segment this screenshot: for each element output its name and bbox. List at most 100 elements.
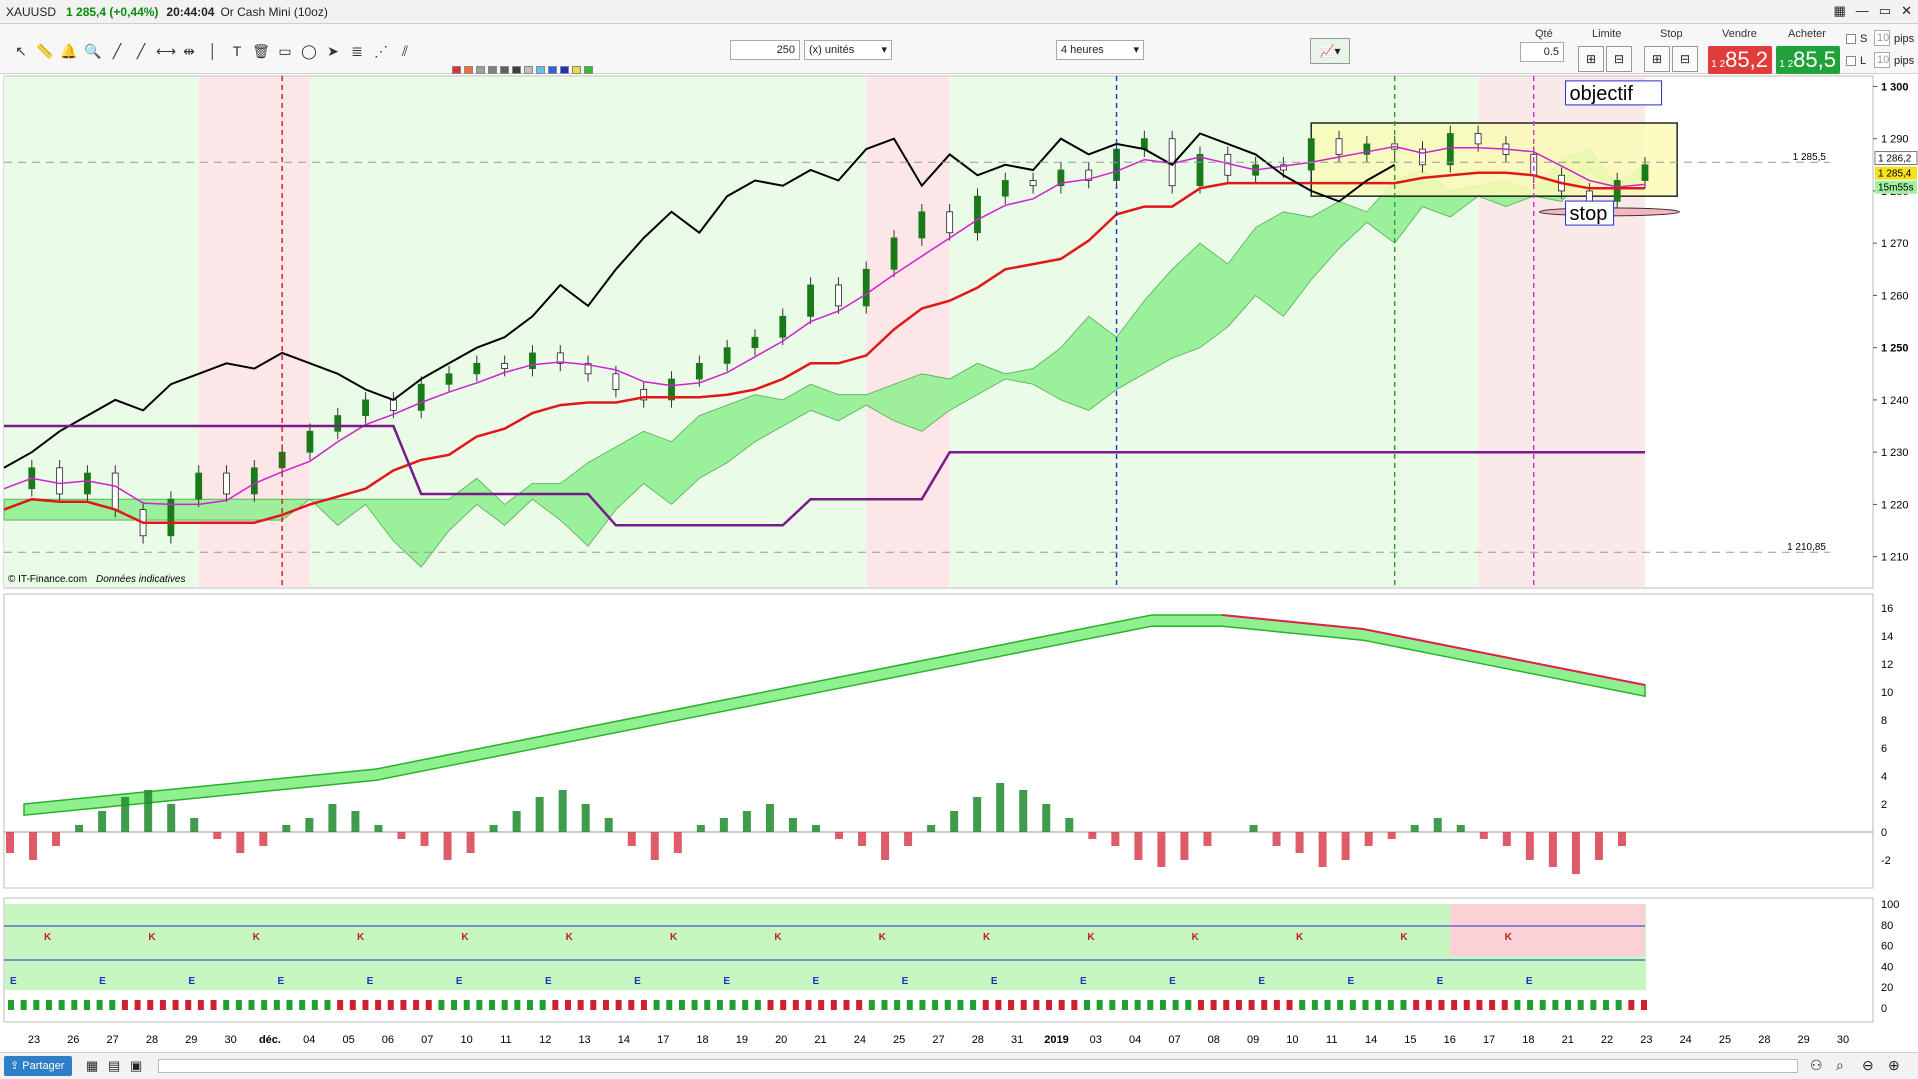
x-tick-label: 07 bbox=[1168, 1034, 1180, 1046]
candle-body bbox=[890, 237, 898, 270]
signal-bar bbox=[1438, 1000, 1445, 1010]
signal-bar bbox=[1451, 1000, 1458, 1010]
osc-histogram-bar bbox=[52, 832, 61, 846]
price-tick-label: 1 210 bbox=[1881, 552, 1909, 564]
signal-bar bbox=[1273, 1000, 1280, 1010]
signal-bar bbox=[1172, 1000, 1179, 1010]
osc-histogram-bar bbox=[881, 832, 890, 860]
osc-histogram-bar bbox=[236, 832, 245, 853]
signal-bar bbox=[856, 1000, 863, 1010]
signal-bar bbox=[1134, 1000, 1141, 1010]
candle-body bbox=[835, 284, 842, 307]
osc-histogram-bar bbox=[1525, 832, 1534, 860]
signal-bar bbox=[1248, 1000, 1255, 1010]
zoom-in-icon[interactable]: ⊕ bbox=[1888, 1057, 1900, 1074]
signal-bar bbox=[1489, 1000, 1496, 1010]
signal-bar bbox=[539, 1000, 546, 1010]
osc-histogram-bar bbox=[1548, 832, 1557, 867]
price-tick-label: 1 300 bbox=[1881, 81, 1909, 93]
signal-bar bbox=[881, 1000, 888, 1010]
signal-bar bbox=[1159, 1000, 1166, 1010]
osc-histogram-bar bbox=[1387, 832, 1396, 839]
signal-bar bbox=[1109, 1000, 1116, 1010]
list-icon[interactable]: ▤ bbox=[108, 1058, 120, 1074]
signal-bar bbox=[83, 1000, 90, 1010]
signal-letter-e: E bbox=[1169, 976, 1176, 987]
signal-bar bbox=[58, 1000, 65, 1010]
osc-histogram-bar bbox=[1341, 832, 1350, 860]
signal-bar bbox=[742, 1000, 749, 1010]
x-tick-label: 11 bbox=[500, 1034, 511, 1046]
osc-histogram-bar bbox=[1364, 832, 1373, 846]
x-tick-label: 09 bbox=[1247, 1034, 1259, 1046]
chart-type-icon[interactable]: ⚇ bbox=[1810, 1057, 1823, 1074]
signal-bar bbox=[286, 1000, 293, 1010]
signal-letter-e: E bbox=[1437, 976, 1444, 987]
horizontal-scrollbar[interactable] bbox=[158, 1059, 1798, 1073]
signal-letter-e: E bbox=[1080, 976, 1087, 987]
signal-bar bbox=[324, 1000, 331, 1010]
signal-bar bbox=[197, 1000, 204, 1010]
candle-body bbox=[946, 211, 954, 234]
candle-body bbox=[334, 415, 342, 432]
signal-bar bbox=[362, 1000, 369, 1010]
osc-histogram-bar bbox=[811, 825, 820, 832]
osc-histogram-bar bbox=[420, 832, 429, 846]
candle-body bbox=[529, 352, 536, 369]
signal-letter-e: E bbox=[10, 976, 17, 987]
candle-body bbox=[445, 373, 453, 385]
layout-icon[interactable]: ▣ bbox=[130, 1058, 142, 1074]
signal-bar bbox=[818, 1000, 825, 1010]
x-tick-label: 28 bbox=[972, 1034, 984, 1046]
osc-histogram-bar bbox=[1318, 832, 1327, 867]
x-tick-label: 28 bbox=[1758, 1034, 1770, 1046]
signal-bar bbox=[172, 1000, 179, 1010]
signal-bar bbox=[780, 1000, 787, 1010]
signal-bar bbox=[1008, 1000, 1015, 1010]
signal-letter-k: K bbox=[774, 932, 782, 943]
price-tick-label: 1 250 bbox=[1881, 343, 1909, 355]
candle-body bbox=[1140, 138, 1148, 150]
chart-canvas[interactable]: 1 285,5 1 210,85 objectif stop 1 300 1 290 1 2… bbox=[0, 0, 1918, 1052]
signal-bar bbox=[45, 1000, 52, 1010]
signal-bar bbox=[1046, 1000, 1053, 1010]
candle-body bbox=[1001, 180, 1009, 197]
signal-bar bbox=[1337, 1000, 1344, 1010]
x-tick-label: 26 bbox=[67, 1034, 79, 1046]
share-label: Partager bbox=[22, 1060, 65, 1072]
osc-tick-label: 2 bbox=[1881, 799, 1887, 811]
signal-letter-k: K bbox=[148, 932, 156, 943]
status-bar: ⇪ Partager ▦ ▤ ▣ ⚇ ⌕ ⊖ ⊕ bbox=[0, 1052, 1918, 1079]
x-tick-label: 2019 bbox=[1044, 1034, 1068, 1046]
signal-letter-e: E bbox=[991, 976, 998, 987]
signal-band-bull bbox=[5, 904, 1646, 990]
candle-body bbox=[417, 383, 425, 411]
signal-bar bbox=[71, 1000, 78, 1010]
signal-bar bbox=[640, 1000, 647, 1010]
signal-bar bbox=[261, 1000, 268, 1010]
candle-body bbox=[612, 373, 620, 390]
osc-histogram-bar bbox=[1479, 832, 1488, 839]
zoom-fit-icon[interactable]: ⌕ bbox=[1836, 1057, 1844, 1074]
candle-body bbox=[1196, 153, 1204, 187]
signal-bar bbox=[134, 1000, 141, 1010]
x-tick-label: 29 bbox=[185, 1034, 197, 1046]
price-tick-label: 1 290 bbox=[1881, 134, 1909, 146]
signal-bar bbox=[1527, 1000, 1534, 1010]
signal-bar bbox=[906, 1000, 913, 1010]
candle-body bbox=[723, 347, 731, 364]
calendar-icon[interactable]: ▦ bbox=[86, 1058, 98, 1074]
signal-bar bbox=[1577, 1000, 1584, 1010]
signal-bar bbox=[273, 1000, 280, 1010]
zoom-out-icon[interactable]: ⊖ bbox=[1862, 1057, 1874, 1074]
share-button[interactable]: ⇪ Partager bbox=[4, 1056, 72, 1076]
signal-bar bbox=[1349, 1000, 1356, 1010]
signal-bar bbox=[1400, 1000, 1407, 1010]
x-tick-label: 16 bbox=[1444, 1034, 1456, 1046]
osc-histogram-bar bbox=[397, 832, 406, 839]
signal-bar bbox=[716, 1000, 723, 1010]
osc-histogram-bar bbox=[1203, 832, 1212, 846]
share-icon: ⇪ bbox=[10, 1060, 23, 1072]
signal-letter-e: E bbox=[1348, 976, 1355, 987]
signal-bar bbox=[463, 1000, 470, 1010]
